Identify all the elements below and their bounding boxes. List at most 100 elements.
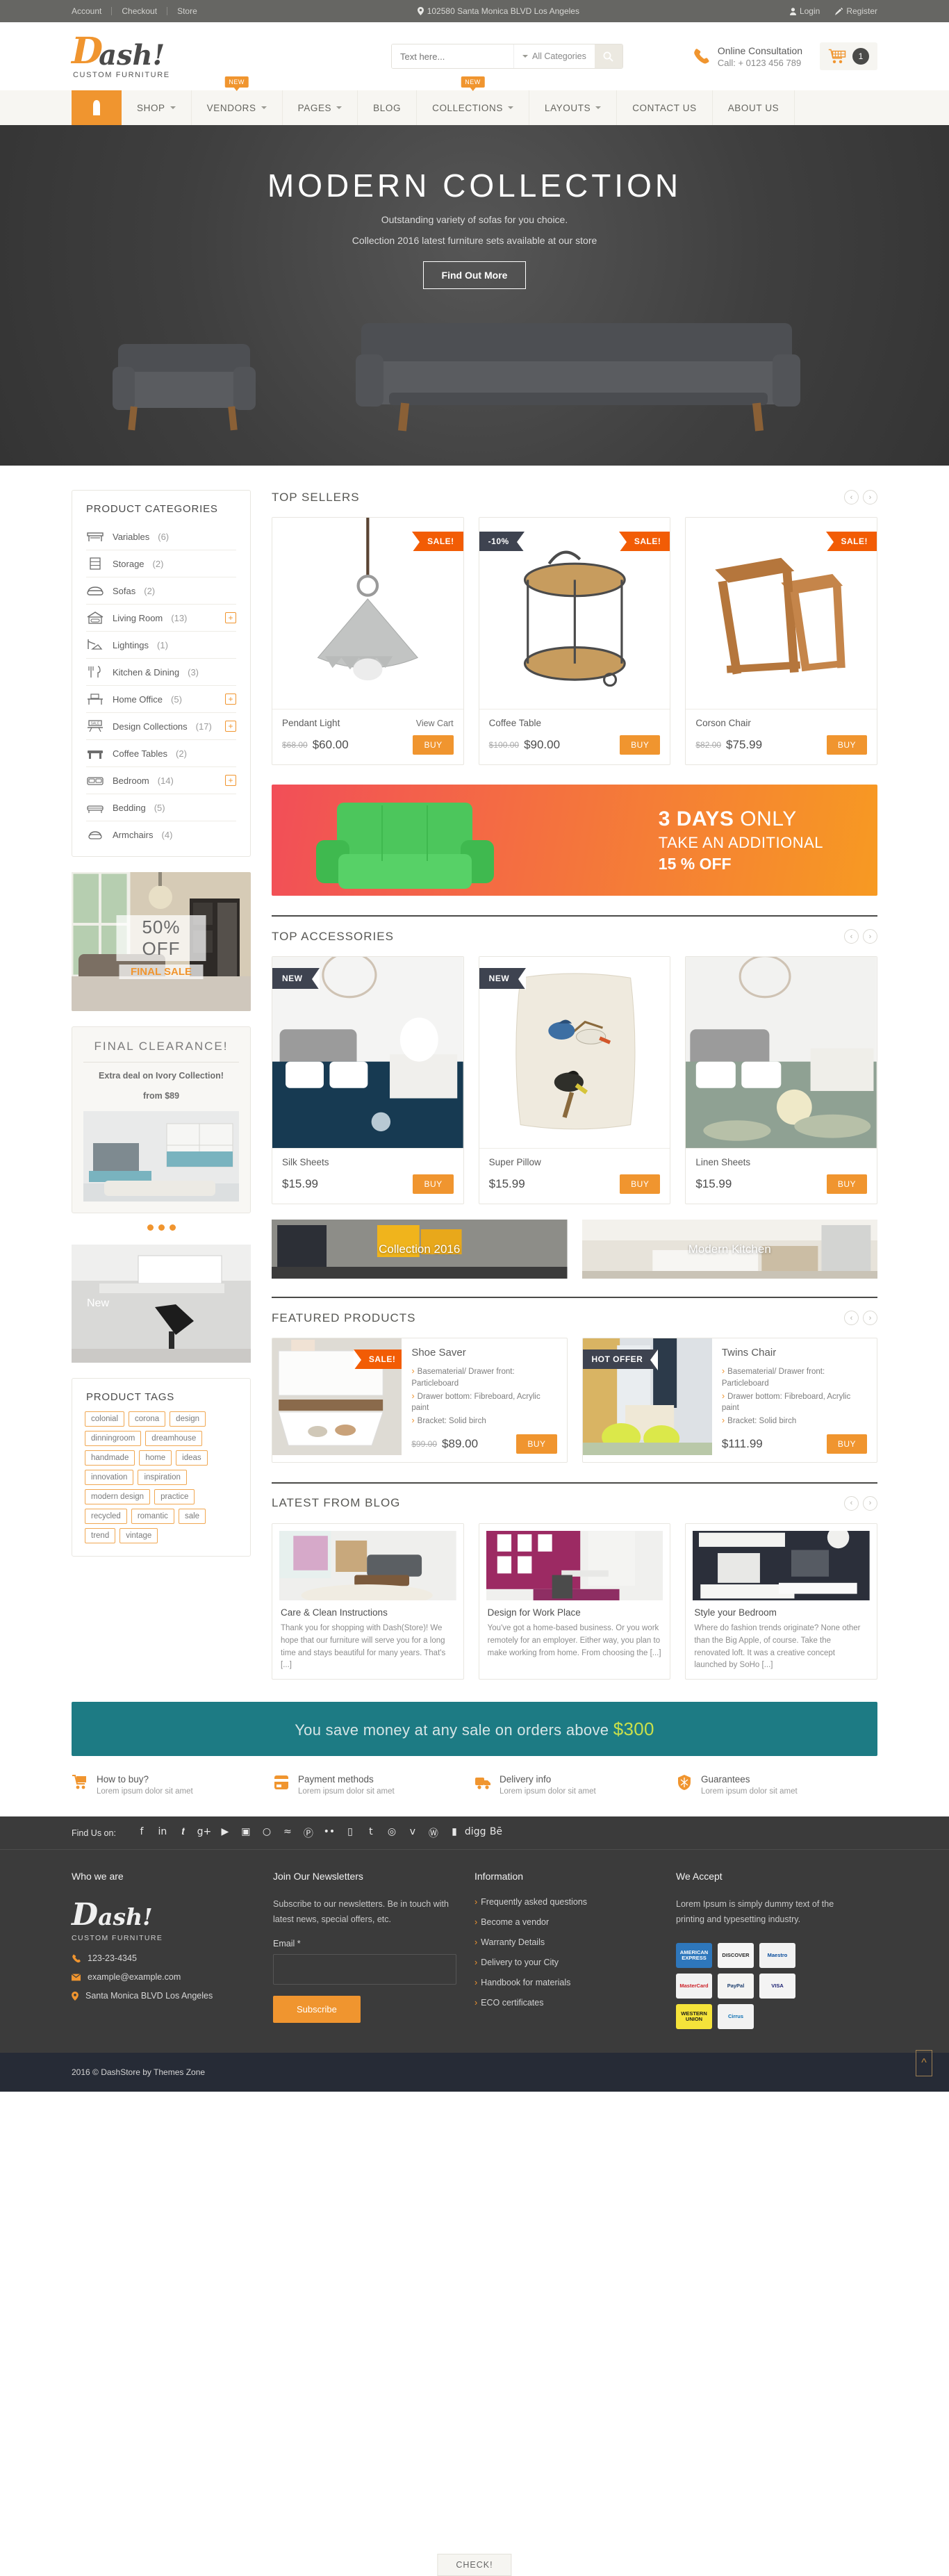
view-cart-link[interactable]: View Cart — [416, 719, 454, 728]
buy-button[interactable]: BUY — [620, 735, 660, 755]
social-icon[interactable]: 𝒕 — [173, 1826, 194, 1840]
feature-item-payment-methods[interactable]: Payment methodsLorem ipsum dolor sit ame… — [273, 1774, 474, 1796]
login-link[interactable]: Login — [790, 6, 820, 16]
social-icon[interactable]: Ⓦ — [423, 1826, 444, 1840]
search-category-select[interactable]: All Categories — [513, 44, 595, 68]
footer-link[interactable]: Delivery to your City — [474, 1958, 658, 1967]
product-tag[interactable]: dreamhouse — [145, 1431, 202, 1446]
footer-link[interactable]: Frequently asked questions — [474, 1897, 658, 1907]
category-expand-button[interactable]: + — [225, 775, 236, 786]
footer-logo[interactable]: Dash! — [72, 1897, 255, 1933]
social-icon[interactable]: digg — [465, 1826, 486, 1840]
category-item-home-office[interactable]: Home Office(5)+ — [86, 686, 236, 713]
social-icon[interactable]: •• — [319, 1826, 340, 1840]
social-icon[interactable]: ▯ — [340, 1826, 361, 1840]
product-tag[interactable]: inspiration — [138, 1470, 186, 1485]
category-item-lightings[interactable]: Lightings(1) — [86, 632, 236, 659]
category-item-storage[interactable]: Storage(2) — [86, 550, 236, 577]
category-item-sofas[interactable]: Sofas(2) — [86, 577, 236, 605]
social-icon[interactable]: Ⓟ — [298, 1826, 319, 1840]
social-icon[interactable]: t — [361, 1826, 381, 1840]
product-tag[interactable]: innovation — [85, 1470, 133, 1485]
product-tag[interactable]: corona — [129, 1411, 165, 1427]
topbar-link-checkout[interactable]: Checkout — [112, 7, 167, 15]
nav-item-shop[interactable]: SHOP — [122, 90, 192, 125]
collection-banner-2016[interactable]: Collection 2016 — [272, 1220, 568, 1279]
subscribe-button[interactable]: Subscribe — [273, 1996, 361, 2023]
product-card[interactable]: SALE!Corson Chair$82.00$75.99BUY — [685, 517, 877, 765]
top-accessories-next-button[interactable]: › — [863, 929, 877, 944]
search-input[interactable] — [392, 44, 513, 68]
blog-post-title[interactable]: Style your Bedroom — [694, 1607, 868, 1618]
newsletter-email-input[interactable] — [273, 1954, 456, 1985]
product-card[interactable]: -10%SALE!Coffee Table$100.00$90.00BUY — [479, 517, 671, 765]
category-item-variables[interactable]: Variables(6) — [86, 523, 236, 550]
social-icon[interactable]: ◎ — [381, 1826, 402, 1840]
product-card[interactable]: Linen Sheets$15.99BUY — [685, 956, 877, 1204]
nav-item-vendors[interactable]: NEW VENDORS — [192, 90, 283, 125]
collection-banner-kitchen[interactable]: Modern Kitchen — [582, 1220, 878, 1279]
blog-post-title[interactable]: Design for Work Place — [488, 1607, 662, 1618]
top-sellers-next-button[interactable]: › — [863, 490, 877, 504]
social-icon[interactable]: Bē — [486, 1826, 506, 1840]
social-icon[interactable]: ▶ — [215, 1826, 236, 1840]
footer-link[interactable]: Warranty Details — [474, 1937, 658, 1947]
scroll-to-top-button[interactable]: ^ — [916, 2050, 932, 2076]
nav-item-pages[interactable]: PAGES — [283, 90, 358, 125]
topbar-link-account[interactable]: Account — [72, 7, 112, 15]
nav-item-about-us[interactable]: ABOUT US — [713, 90, 795, 125]
product-tag[interactable]: ideas — [176, 1450, 208, 1466]
product-tag[interactable]: handmade — [85, 1450, 135, 1466]
blog-post-title[interactable]: Care & Clean Instructions — [281, 1607, 455, 1618]
featured-product-card[interactable]: HOT OFFERTwins ChairBasematerial/ Drawer… — [582, 1338, 878, 1463]
nav-item-collections[interactable]: NEW COLLECTIONS — [417, 90, 529, 125]
sidebar-banner-new[interactable]: New — [72, 1245, 251, 1363]
featured-product-card[interactable]: SALE!Shoe SaverBasematerial/ Drawer fron… — [272, 1338, 568, 1463]
category-item-bedroom[interactable]: Bedroom(14)+ — [86, 767, 236, 794]
topbar-link-store[interactable]: Store — [167, 7, 207, 15]
site-logo[interactable]: D ash! CUSTOM FURNITURE — [72, 33, 245, 79]
product-tag[interactable]: romantic — [131, 1509, 174, 1524]
featured-prev-button[interactable]: ‹ — [844, 1311, 859, 1325]
product-tag[interactable]: modern design — [85, 1489, 150, 1504]
category-item-living-room[interactable]: Living Room(13)+ — [86, 605, 236, 632]
product-tag[interactable]: vintage — [119, 1528, 158, 1543]
buy-button[interactable]: BUY — [827, 735, 867, 755]
buy-button[interactable]: BUY — [827, 1434, 867, 1454]
search-button[interactable] — [595, 44, 622, 68]
cart-button[interactable]: 1 — [820, 42, 877, 70]
top-sellers-prev-button[interactable]: ‹ — [844, 490, 859, 504]
buy-button[interactable]: BUY — [413, 735, 453, 755]
category-expand-button[interactable]: + — [225, 694, 236, 705]
social-icon[interactable]: f — [131, 1826, 152, 1840]
social-icon[interactable]: v — [402, 1826, 423, 1840]
product-tag[interactable]: dinningroom — [85, 1431, 141, 1446]
feature-item-delivery-info[interactable]: Delivery infoLorem ipsum dolor sit amet — [474, 1774, 676, 1796]
nav-item-layouts[interactable]: LAYOUTS — [529, 90, 617, 125]
product-tag[interactable]: colonial — [85, 1411, 124, 1427]
carousel-dot[interactable] — [147, 1224, 154, 1231]
blog-card[interactable]: Design for Work PlaceYou've got a home-b… — [479, 1523, 671, 1680]
blog-card[interactable]: Style your BedroomWhere do fashion trend… — [685, 1523, 877, 1680]
social-icon[interactable]: in — [152, 1826, 173, 1840]
nav-item-contact-us[interactable]: CONTACT US — [617, 90, 713, 125]
product-card[interactable]: NEWSilk Sheets$15.99BUY — [272, 956, 464, 1204]
clearance-check-button[interactable]: CHECK! — [437, 2554, 511, 2576]
category-item-design-collections[interactable]: SALEDesign Collections(17)+ — [86, 713, 236, 740]
product-card[interactable]: SALE!Pendant LightView Cart$68.00$60.00B… — [272, 517, 464, 765]
social-icon[interactable]: ≈ — [277, 1826, 298, 1840]
featured-next-button[interactable]: › — [863, 1311, 877, 1325]
product-tag[interactable]: sale — [179, 1509, 206, 1524]
blog-prev-button[interactable]: ‹ — [844, 1496, 859, 1511]
top-accessories-prev-button[interactable]: ‹ — [844, 929, 859, 944]
footer-link[interactable]: Become a vendor — [474, 1917, 658, 1927]
category-expand-button[interactable]: + — [225, 612, 236, 623]
register-link[interactable]: Register — [835, 6, 877, 16]
blog-card[interactable]: Care & Clean InstructionsThank you for s… — [272, 1523, 464, 1680]
carousel-dot[interactable] — [170, 1224, 176, 1231]
feature-item-guarantees[interactable]: GuaranteesLorem ipsum dolor sit amet — [676, 1774, 877, 1796]
nav-home-button[interactable] — [72, 90, 122, 125]
buy-button[interactable]: BUY — [413, 1174, 453, 1194]
buy-button[interactable]: BUY — [620, 1174, 660, 1194]
product-card[interactable]: NEWSuper Pillow$15.99BUY — [479, 956, 671, 1204]
